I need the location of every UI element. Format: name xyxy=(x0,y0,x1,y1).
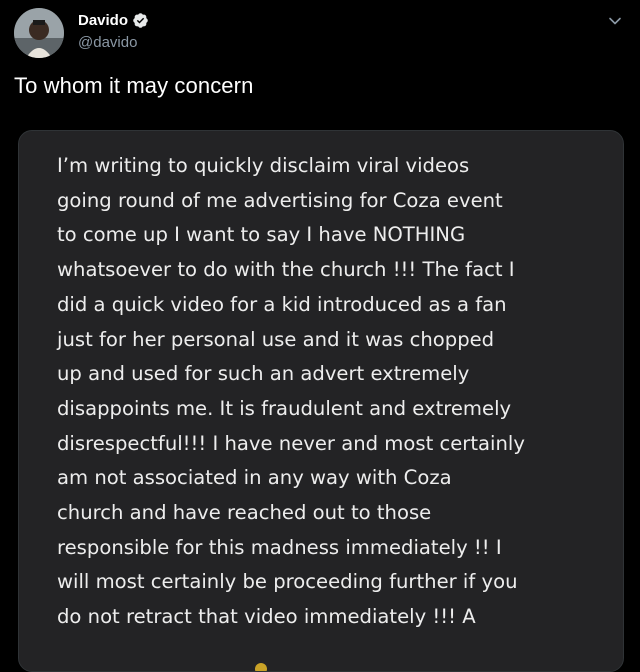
verified-badge-icon xyxy=(132,12,149,29)
emoji-icon xyxy=(255,663,267,671)
chevron-down-icon[interactable] xyxy=(606,12,624,30)
tweet: Davido @davido To whom it may concern I’… xyxy=(0,0,640,672)
author-handle[interactable]: @davido xyxy=(78,34,137,51)
avatar-photo xyxy=(14,8,64,58)
author-name-row[interactable]: Davido xyxy=(78,12,149,29)
avatar[interactable] xyxy=(14,8,64,58)
tweet-text: To whom it may concern xyxy=(14,73,254,98)
author-display-name[interactable]: Davido xyxy=(78,12,128,29)
tweet-media-image[interactable]: I’m writing to quickly disclaim viral vi… xyxy=(18,130,624,672)
statement-text: I’m writing to quickly disclaim viral vi… xyxy=(57,154,525,629)
